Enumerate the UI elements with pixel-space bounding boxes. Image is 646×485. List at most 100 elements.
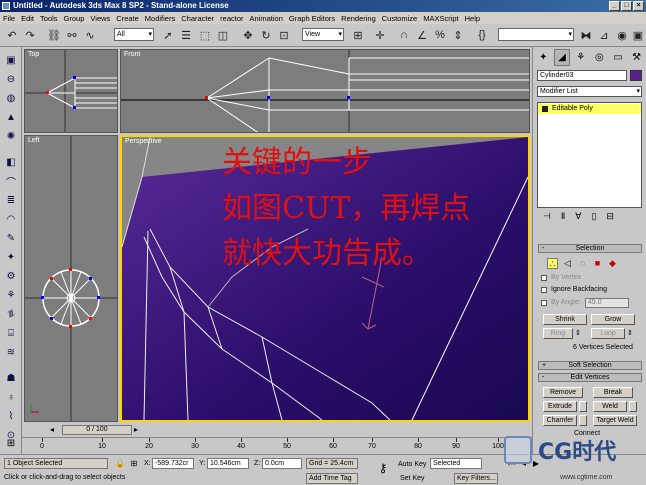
create-cone-icon[interactable]: ▲ — [3, 110, 19, 124]
manipulate-icon[interactable]: ✛ — [372, 27, 388, 43]
display-tab-icon[interactable]: ▭ — [610, 49, 627, 66]
y-coordinate-field[interactable]: 10.546cm — [207, 458, 249, 469]
menu-reactor[interactable]: reactor — [220, 14, 243, 23]
by-angle-checkbox[interactable]: By Angle: — [541, 298, 581, 308]
create-box-icon[interactable]: ▣ — [3, 53, 19, 67]
bones-icon[interactable]: ⌇ — [3, 409, 19, 423]
target-weld-button[interactable]: Target Weld — [593, 415, 637, 426]
motion-tab-icon[interactable]: ◎ — [591, 49, 608, 66]
remove-button[interactable]: Remove — [543, 387, 583, 398]
mirror-icon[interactable]: ⧓ — [578, 27, 594, 43]
menu-modifiers[interactable]: Modifiers — [145, 14, 175, 23]
element-icon[interactable]: ◆ — [607, 258, 618, 269]
angle-value-field[interactable]: 45.0 — [585, 298, 629, 308]
viewport-perspective-label[interactable]: Perspective — [125, 138, 162, 145]
bend-icon[interactable]: ⌒ — [3, 174, 19, 189]
skin-icon[interactable]: ♁ — [3, 390, 19, 404]
rectangular-selection-icon[interactable]: ⬚ — [197, 27, 213, 43]
material-editor-icon[interactable]: ◉ — [614, 27, 630, 43]
set-key-button[interactable]: Set Key — [400, 474, 425, 483]
create-light-icon[interactable]: ✺ — [3, 129, 19, 143]
viewport-front-label[interactable]: Front — [124, 51, 140, 58]
sweep-icon[interactable]: ◠ — [3, 212, 19, 226]
menu-views[interactable]: Views — [90, 14, 110, 23]
menu-edit[interactable]: Edit — [21, 14, 34, 23]
app-icon[interactable] — [2, 2, 10, 10]
menu-animation[interactable]: Animation — [250, 14, 283, 23]
auto-key-button[interactable]: Auto Key — [398, 460, 426, 469]
time-slider[interactable]: 0 / 100 — [62, 425, 132, 435]
weld-button[interactable]: Weld — [593, 401, 627, 412]
chamfer-button[interactable]: Chamfer — [543, 415, 577, 426]
extrude-settings-button[interactable] — [579, 401, 587, 412]
auto-key-mode-dropdown[interactable]: Selected — [430, 458, 482, 469]
viewport-top-label[interactable]: Top — [28, 51, 39, 58]
edge-icon[interactable]: ◁ — [562, 258, 573, 269]
edit-vertices-rollout-header[interactable]: - Edit Vertices — [538, 373, 642, 382]
named-selection-icon[interactable]: {} — [474, 27, 490, 43]
display-icon[interactable]: ⌸ — [3, 326, 19, 340]
reference-coord-dropdown[interactable]: View — [302, 28, 344, 41]
menu-group[interactable]: Group — [64, 14, 85, 23]
modifier-list-dropdown[interactable]: Modifier List — [537, 86, 642, 97]
menu-help[interactable]: Help — [465, 14, 480, 23]
biped-icon[interactable]: ☗ — [3, 371, 19, 385]
select-and-move-icon[interactable]: ✥ — [240, 27, 256, 43]
mini-curve-editor-icon[interactable]: ⊞ — [2, 438, 20, 452]
make-unique-icon[interactable]: ∀ — [575, 211, 581, 224]
stack-item-editable-poly[interactable]: Editable Poly — [538, 104, 641, 114]
hierarchy-tab-icon[interactable]: ⚘ — [572, 49, 589, 66]
chamfer-settings-button[interactable] — [579, 415, 587, 426]
pencil-icon[interactable]: ✎ — [3, 231, 19, 245]
create-cylinder-icon[interactable]: ⊖ — [3, 72, 19, 86]
menu-maxscript[interactable]: MAXScript — [423, 14, 458, 23]
lock-selection-icon[interactable]: 🔒 — [114, 458, 126, 469]
gear-icon[interactable]: ⚙ — [3, 269, 19, 283]
edit-poly-icon[interactable]: ✦ — [3, 250, 19, 264]
grow-button[interactable]: Grow — [591, 314, 635, 325]
select-and-rotate-icon[interactable]: ↻ — [258, 27, 274, 43]
bind-space-warp-icon[interactable]: ∿ — [82, 27, 98, 43]
stack-icon[interactable]: ≣ — [3, 193, 19, 207]
unlink-icon[interactable]: ⚯ — [64, 27, 80, 43]
menu-tools[interactable]: Tools — [40, 14, 58, 23]
wave-icon[interactable]: ≋ — [3, 345, 19, 359]
loop-button[interactable]: Loop — [591, 328, 625, 339]
modify-tab-icon[interactable]: ◢ — [553, 49, 571, 66]
maximize-button[interactable]: □ — [621, 1, 632, 11]
percent-snap-icon[interactable]: % — [432, 27, 448, 43]
z-coordinate-field[interactable]: 0.0cm — [262, 458, 302, 469]
create-tab-icon[interactable]: ✦ — [535, 49, 552, 66]
object-name-field[interactable]: Cylinder03 — [537, 70, 627, 81]
viewport-front[interactable]: Front — [120, 49, 530, 133]
selection-filter-dropdown[interactable]: All — [114, 28, 154, 41]
viewport-left[interactable]: Left — [24, 135, 118, 422]
viewport-top[interactable]: Top — [24, 49, 118, 133]
show-end-result-icon[interactable]: Ⅱ — [561, 211, 565, 224]
select-by-name-icon[interactable]: ☰ — [178, 27, 194, 43]
loop-spinner-icon[interactable]: ⇕ — [627, 329, 633, 338]
expand-icon[interactable] — [542, 106, 548, 112]
use-pivot-center-icon[interactable]: ⊞ — [350, 27, 366, 43]
trackbar[interactable]: 0 10 20 30 40 50 60 70 80 90 100 — [22, 437, 532, 454]
time-next-icon[interactable]: ▸ — [134, 425, 138, 434]
weld-settings-button[interactable] — [629, 401, 637, 412]
key-icon[interactable]: ⚷ — [374, 462, 392, 474]
render-icon[interactable]: ▣ — [630, 27, 646, 43]
add-time-tag-button[interactable]: Add Time Tag — [306, 473, 358, 484]
menu-file[interactable]: File — [3, 14, 15, 23]
menu-graph-editors[interactable]: Graph Editors — [289, 14, 335, 23]
menu-character[interactable]: Character — [181, 14, 214, 23]
ignore-backfacing-checkbox[interactable]: Ignore Backfacing — [541, 285, 607, 295]
pin-stack-icon[interactable]: ⊣ — [543, 211, 551, 224]
soft-selection-rollout-header[interactable]: + Soft Selection — [538, 361, 642, 370]
named-selection-sets-dropdown[interactable] — [498, 28, 574, 41]
close-button[interactable]: × — [633, 1, 644, 11]
create-sphere-icon[interactable]: ◍ — [3, 91, 19, 105]
angle-snap-icon[interactable]: ∠ — [414, 27, 430, 43]
extrude-button[interactable]: Extrude — [543, 401, 577, 412]
configure-modifier-sets-icon[interactable]: ⊟ — [606, 211, 614, 224]
select-and-link-icon[interactable]: ⛓ — [46, 27, 62, 43]
absolute-mode-icon[interactable]: ⊞ — [128, 458, 140, 469]
undo-icon[interactable]: ↶ — [4, 27, 20, 43]
